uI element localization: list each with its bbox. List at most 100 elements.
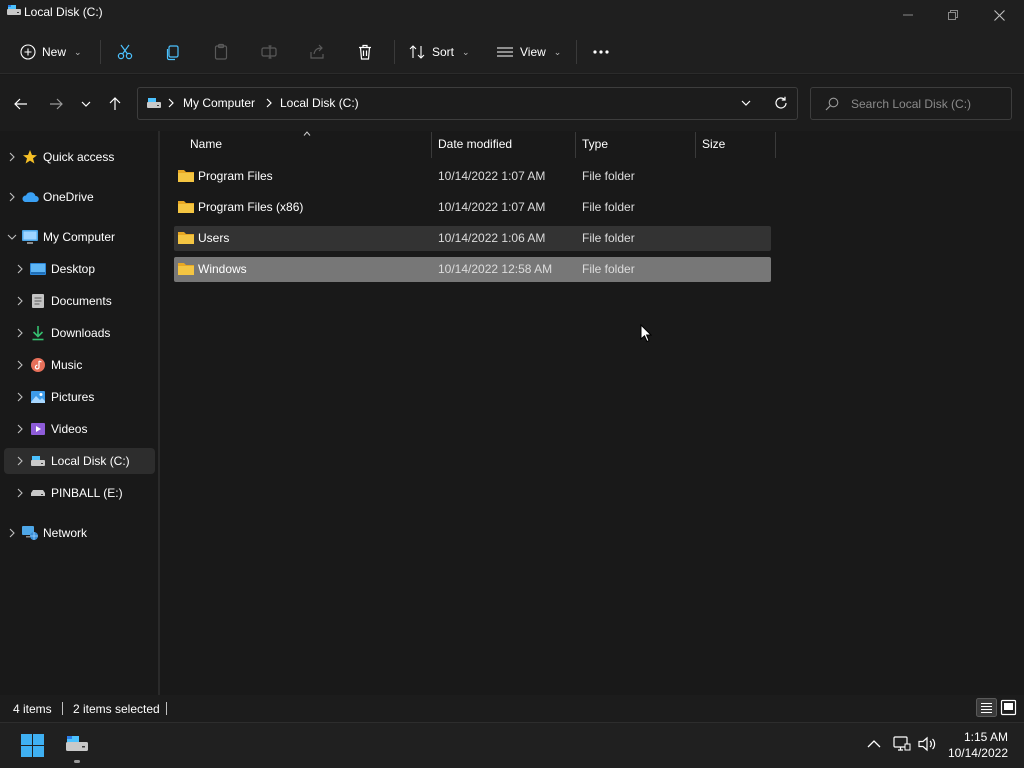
sidebar-item-label: Music: [51, 358, 83, 372]
separator: [394, 40, 395, 64]
sidebar-item-pinball[interactable]: PINBALL (E:): [12, 480, 155, 506]
sidebar-item-label: OneDrive: [43, 190, 94, 204]
sidebar-item-label: Network: [43, 526, 88, 540]
view-button[interactable]: View ⌄: [496, 38, 561, 66]
table-row-selected[interactable]: Users 10/14/2022 1:06 AM File folder: [174, 226, 771, 251]
running-indicator: [74, 760, 80, 763]
column-header-date-modified[interactable]: Date modified: [438, 137, 512, 159]
chevron-up-icon[interactable]: [867, 739, 881, 748]
address-bar[interactable]: My Computer Local Disk (C:): [137, 87, 798, 120]
paste-button[interactable]: [212, 38, 230, 66]
copy-button[interactable]: [164, 38, 182, 66]
network-status-icon[interactable]: [893, 736, 911, 752]
chevron-right-icon[interactable]: [12, 488, 28, 498]
forward-button[interactable]: [44, 93, 68, 115]
share-button[interactable]: [308, 38, 326, 66]
sidebar-item-label: Downloads: [51, 326, 111, 340]
taskbar: 1:15 AM 10/14/2022: [0, 722, 1024, 768]
sort-ascending-icon: [303, 131, 311, 136]
sidebar-item-local-disk[interactable]: Local Disk (C:): [4, 448, 155, 474]
large-icons-view-button[interactable]: [1000, 699, 1017, 716]
address-dropdown-icon[interactable]: [741, 100, 751, 106]
chevron-right-icon[interactable]: [4, 152, 20, 162]
rename-icon: [260, 43, 278, 61]
column-divider[interactable]: [575, 132, 576, 158]
column-header-name[interactable]: Name: [190, 137, 222, 159]
sidebar-item-downloads[interactable]: Downloads: [12, 320, 155, 346]
new-button[interactable]: New ⌄: [20, 38, 82, 66]
documents-icon: [28, 293, 48, 309]
volume-icon[interactable]: [918, 736, 938, 752]
sidebar-item-desktop[interactable]: Desktop: [12, 256, 155, 282]
chevron-right-icon[interactable]: [12, 424, 28, 434]
file-date: 10/14/2022 1:07 AM: [438, 200, 546, 214]
sidebar-item-music[interactable]: Music: [12, 352, 155, 378]
search-box[interactable]: Search Local Disk (C:): [810, 87, 1012, 120]
rename-button[interactable]: [260, 38, 278, 66]
clock-time: 1:15 AM: [963, 730, 1008, 744]
sidebar-item-videos[interactable]: Videos: [12, 416, 155, 442]
new-label: New: [42, 45, 67, 59]
sidebar-item-quick-access[interactable]: Quick access: [4, 144, 155, 170]
more-options-button[interactable]: [592, 38, 610, 66]
pictures-icon: [28, 389, 48, 405]
music-icon: [28, 357, 48, 373]
column-divider[interactable]: [775, 132, 776, 158]
column-divider[interactable]: [695, 132, 696, 158]
file-name: Program Files: [198, 169, 273, 183]
windows-start-icon[interactable]: [21, 734, 44, 757]
search-icon: [825, 97, 839, 111]
sidebar-item-my-computer[interactable]: My Computer: [4, 224, 155, 250]
chevron-down-icon[interactable]: [4, 234, 20, 240]
item-count: 4 items: [13, 702, 52, 716]
paste-icon: [212, 43, 230, 61]
sort-button[interactable]: Sort ⌄: [408, 38, 470, 66]
chevron-right-icon[interactable]: [12, 456, 28, 466]
table-row[interactable]: Program Files 10/14/2022 1:07 AM File fo…: [174, 164, 771, 189]
recent-locations-button[interactable]: [74, 93, 98, 115]
system-clock[interactable]: 1:15 AM 10/14/2022: [944, 729, 1008, 761]
chevron-right-icon[interactable]: [12, 264, 28, 274]
file-explorer-taskbar-icon[interactable]: [65, 733, 89, 753]
cloud-icon: [20, 189, 40, 205]
search-placeholder: Search Local Disk (C:): [851, 97, 972, 111]
restore-button[interactable]: [930, 0, 976, 30]
status-divider: [166, 702, 167, 715]
minimize-button[interactable]: [885, 0, 931, 30]
folder-icon: [177, 230, 195, 245]
up-button[interactable]: [103, 93, 127, 115]
delete-button[interactable]: [356, 38, 374, 66]
chevron-right-icon[interactable]: [12, 328, 28, 338]
close-button[interactable]: [976, 0, 1022, 30]
desktop-icon: [28, 261, 48, 277]
table-row[interactable]: Program Files (x86) 10/14/2022 1:07 AM F…: [174, 195, 771, 220]
column-header-size[interactable]: Size: [702, 137, 725, 159]
sidebar-item-label: PINBALL (E:): [51, 486, 123, 500]
cut-button[interactable]: [116, 38, 134, 66]
breadcrumb-separator-icon: [266, 98, 272, 108]
sidebar-item-network[interactable]: Network: [4, 520, 155, 546]
chevron-right-icon[interactable]: [12, 296, 28, 306]
breadcrumb-my-computer[interactable]: My Computer: [183, 96, 255, 110]
breadcrumb-local-disk[interactable]: Local Disk (C:): [280, 96, 359, 110]
sidebar-item-onedrive[interactable]: OneDrive: [4, 184, 155, 210]
chevron-right-icon[interactable]: [12, 392, 28, 402]
file-type: File folder: [582, 169, 635, 183]
back-button[interactable]: [9, 93, 33, 115]
chevron-right-icon[interactable]: [12, 360, 28, 370]
refresh-icon[interactable]: [774, 96, 788, 110]
separator: [576, 40, 577, 64]
file-date: 10/14/2022 1:07 AM: [438, 169, 546, 183]
view-list-icon: [496, 45, 514, 59]
status-bar: 4 items 2 items selected: [0, 695, 1024, 722]
column-divider[interactable]: [431, 132, 432, 158]
selection-count: 2 items selected: [73, 702, 160, 716]
details-view-button[interactable]: [976, 698, 997, 717]
column-header-type[interactable]: Type: [582, 137, 608, 159]
table-row-selected[interactable]: Windows 10/14/2022 12:58 AM File folder: [174, 257, 771, 282]
sidebar-item-documents[interactable]: Documents: [12, 288, 155, 314]
sidebar-item-pictures[interactable]: Pictures: [12, 384, 155, 410]
chevron-right-icon[interactable]: [4, 192, 20, 202]
chevron-right-icon[interactable]: [4, 528, 20, 538]
breadcrumb-separator-icon: [168, 98, 174, 108]
